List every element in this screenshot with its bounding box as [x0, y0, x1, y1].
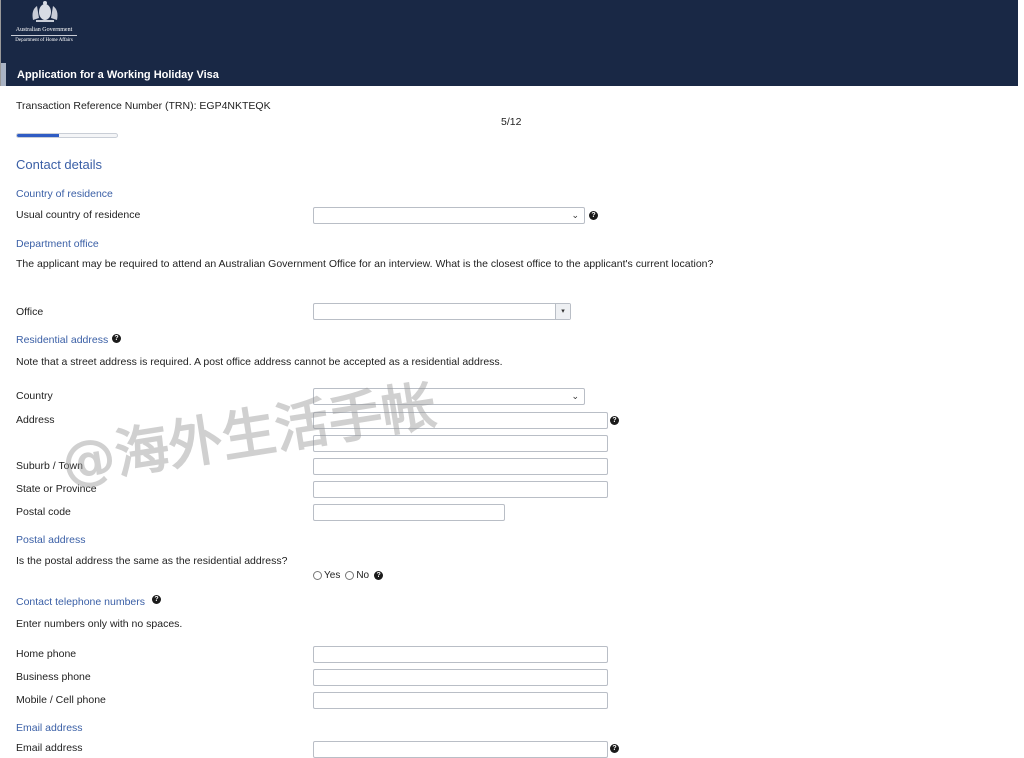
government-name: Australian Government [15, 27, 73, 33]
section-heading-country-of-residence: Country of residence [16, 188, 113, 200]
business-phone-label: Business phone [16, 671, 91, 683]
step-indicator: 5/12 [501, 116, 522, 128]
select-arrow-icon: ▾ [555, 304, 570, 319]
no-label: No [356, 570, 370, 581]
postal-same-no-radio[interactable] [345, 571, 355, 580]
help-icon[interactable]: ? [152, 595, 161, 604]
residential-address-note: Note that a street address is required. … [16, 356, 503, 368]
state-input[interactable] [313, 481, 608, 498]
office-select[interactable]: ▾ [313, 303, 571, 320]
chevron-down-icon: ⌄ [571, 391, 579, 401]
telephone-note: Enter numbers only with no spaces. [16, 618, 183, 630]
department-name: Department of Home Affairs [15, 38, 73, 43]
section-heading-telephone: Contact telephone numbers [16, 596, 145, 608]
coat-of-arms-icon [32, 1, 58, 22]
postal-code-input[interactable] [313, 504, 505, 521]
section-heading-email: Email address [16, 722, 83, 734]
address-label: Address [16, 414, 55, 426]
usual-country-label: Usual country of residence [16, 209, 141, 221]
country-label: Country [16, 390, 53, 402]
help-icon[interactable]: ? [374, 571, 384, 580]
watermark: @海外生活手帐 [57, 373, 441, 496]
chevron-down-icon: ⌄ [571, 210, 579, 220]
postal-same-radio-group: Yes No ? [313, 570, 384, 581]
help-icon[interactable]: ? [589, 211, 598, 220]
yes-label: Yes [324, 570, 341, 581]
site-header: Australian Government Department of Home… [0, 0, 1018, 86]
suburb-input[interactable] [313, 458, 608, 475]
home-phone-input[interactable] [313, 646, 608, 663]
home-phone-label: Home phone [16, 648, 77, 660]
section-heading-residential-address: Residential address [16, 334, 109, 346]
progress-bar [16, 133, 118, 138]
help-icon[interactable]: ? [112, 334, 121, 343]
email-label: Email address [16, 742, 83, 754]
mobile-phone-input[interactable] [313, 692, 608, 709]
address-line-2-input[interactable] [313, 435, 608, 452]
government-logo: Australian Government Department of Home… [5, 0, 83, 48]
help-icon[interactable]: ? [610, 744, 619, 753]
suburb-label: Suburb / Town [16, 460, 83, 472]
application-title: Application for a Working Holiday Visa [17, 69, 219, 81]
trn-label: Transaction Reference Number (TRN): EGP4… [16, 100, 271, 112]
postal-same-yes-radio[interactable] [313, 571, 322, 580]
progress-bar-fill [17, 134, 59, 137]
section-heading-department-office: Department office [16, 238, 99, 250]
business-phone-input[interactable] [313, 669, 608, 686]
email-input[interactable] [313, 741, 608, 758]
help-icon[interactable]: ? [610, 416, 619, 425]
usual-country-select[interactable]: ⌄ [313, 207, 585, 224]
office-question: The applicant may be required to attend … [16, 258, 714, 270]
state-label: State or Province [16, 483, 97, 495]
mobile-phone-label: Mobile / Cell phone [16, 694, 106, 706]
office-label: Office [16, 306, 44, 318]
logo-divider [11, 35, 77, 36]
page-title: Contact details [16, 157, 102, 172]
application-title-bar: Application for a Working Holiday Visa [1, 63, 1018, 86]
postal-question: Is the postal address the same as the re… [16, 555, 288, 567]
country-select[interactable]: ⌄ [313, 388, 585, 405]
postal-code-label: Postal code [16, 506, 71, 518]
section-heading-postal-address: Postal address [16, 534, 86, 546]
address-line-1-input[interactable] [313, 412, 608, 429]
